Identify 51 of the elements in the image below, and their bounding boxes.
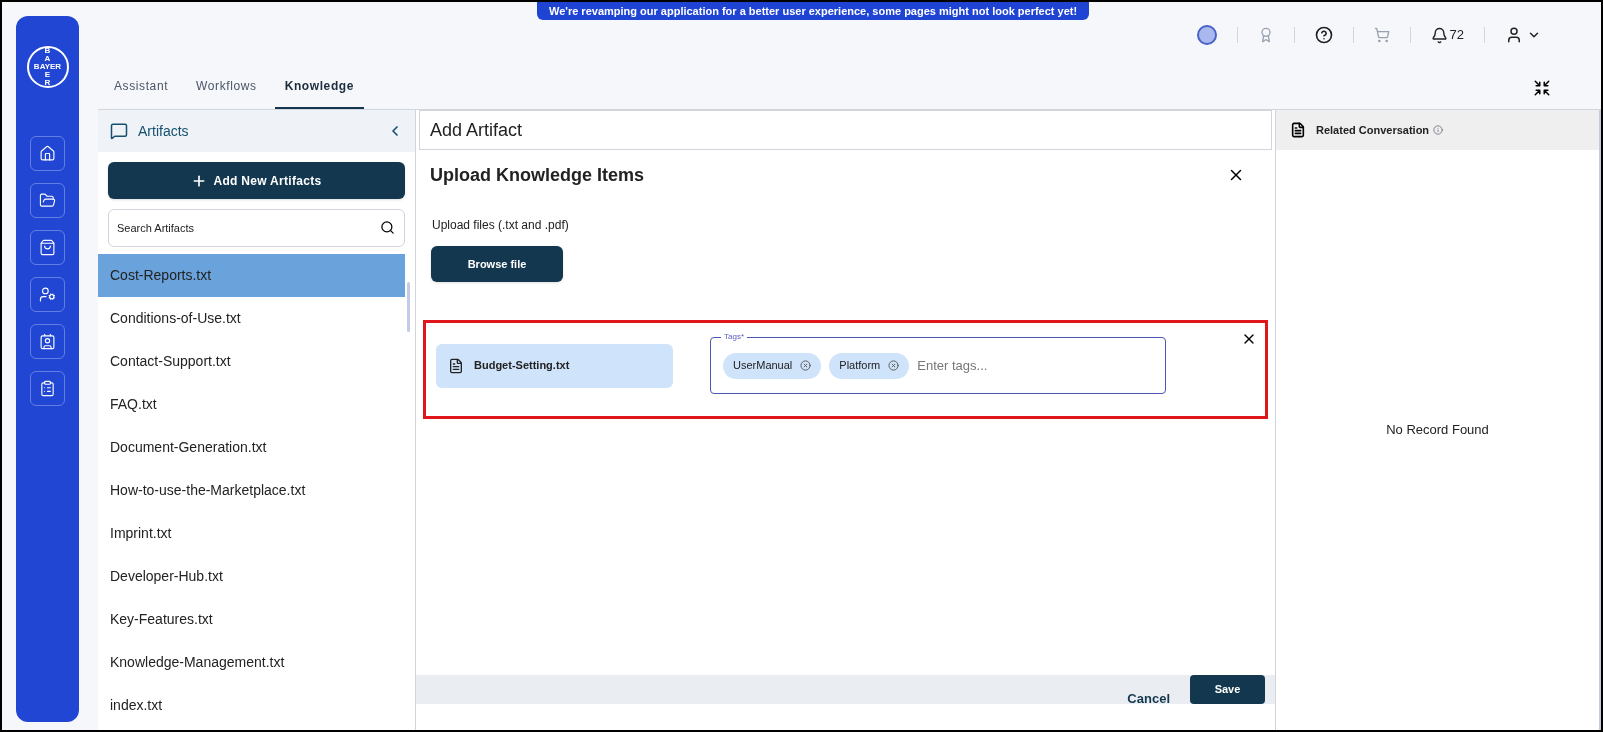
artifact-item[interactable]: Conditions-of-Use.txt bbox=[98, 297, 405, 340]
panel-title: Artifacts bbox=[138, 121, 190, 141]
empty-message: No Record Found bbox=[1386, 421, 1489, 440]
bag-icon[interactable] bbox=[30, 230, 65, 265]
scrollbar-thumb bbox=[407, 282, 410, 332]
search-icon[interactable] bbox=[380, 220, 395, 235]
remove-tag-icon[interactable] bbox=[800, 360, 812, 371]
notice-banner: We're revamping our application for a better user experience, some pages might not look perfect yet! bbox=[537, 2, 1090, 20]
artifact-item[interactable]: Imprint.txt bbox=[98, 512, 405, 555]
chat-icon bbox=[110, 122, 128, 140]
save-button[interactable]: Save bbox=[1190, 675, 1265, 704]
contacts-icon[interactable] bbox=[30, 324, 65, 359]
tags-input[interactable]: Enter tags... bbox=[917, 355, 1153, 376]
artifact-item[interactable]: Document-Generation.txt bbox=[98, 426, 405, 469]
clipboard-icon[interactable] bbox=[30, 371, 65, 406]
help-icon[interactable] bbox=[1314, 26, 1333, 44]
user-gear-icon[interactable] bbox=[30, 277, 65, 312]
search-field[interactable]: Search Artifacts bbox=[108, 209, 405, 247]
folder-icon[interactable] bbox=[30, 183, 65, 218]
user-icon[interactable] bbox=[1505, 26, 1523, 44]
logo-text: BA bbox=[43, 47, 52, 63]
upload-hint: Upload files (.txt and .pdf) bbox=[432, 217, 570, 234]
tab[interactable]: Assistant bbox=[104, 77, 179, 109]
artifact-item[interactable]: Contact-Support.txt bbox=[98, 340, 405, 383]
dialog-title: Upload Knowledge Items bbox=[430, 163, 646, 187]
panel-title: Related Conversation bbox=[1316, 122, 1430, 138]
field-label: Tags* bbox=[721, 331, 747, 343]
remove-tag-icon[interactable] bbox=[888, 360, 900, 371]
tab[interactable]: Workflows bbox=[186, 77, 267, 109]
tag-label: Platform bbox=[839, 358, 881, 374]
logo-text: ER bbox=[43, 71, 52, 87]
bell-icon[interactable] bbox=[1430, 26, 1448, 44]
artifact-item[interactable]: index.txt bbox=[98, 684, 405, 727]
artifact-title-field[interactable]: Add Artifact bbox=[419, 110, 1272, 150]
browse-file-button[interactable]: Browse file bbox=[431, 246, 563, 282]
home-icon[interactable] bbox=[30, 136, 65, 171]
artifact-item[interactable]: Cost-Reports.txt bbox=[98, 254, 405, 297]
artifact-item[interactable]: Knowledge-Management.txt bbox=[98, 641, 405, 684]
file-name: Budget-Setting.txt bbox=[474, 358, 570, 374]
artifact-item[interactable]: Developer-Hub.txt bbox=[98, 555, 405, 598]
tag-label: UserManual bbox=[733, 358, 793, 374]
document-icon bbox=[1290, 122, 1306, 138]
collapse-icon[interactable] bbox=[1533, 79, 1551, 97]
artifact-item[interactable]: How-to-use-the-Marketplace.txt bbox=[98, 469, 405, 512]
artifact-item[interactable]: Key-Features.txt bbox=[98, 598, 405, 641]
notification-count: 72 bbox=[1449, 26, 1464, 45]
artifact-item[interactable]: FAQ.txt bbox=[98, 383, 405, 426]
file-icon bbox=[448, 357, 464, 374]
cancel-link[interactable]: Cancel bbox=[1127, 689, 1170, 709]
logo-text: BAYER bbox=[33, 63, 62, 71]
add-artifacts-button[interactable]: Add New Artifacts bbox=[108, 162, 405, 199]
